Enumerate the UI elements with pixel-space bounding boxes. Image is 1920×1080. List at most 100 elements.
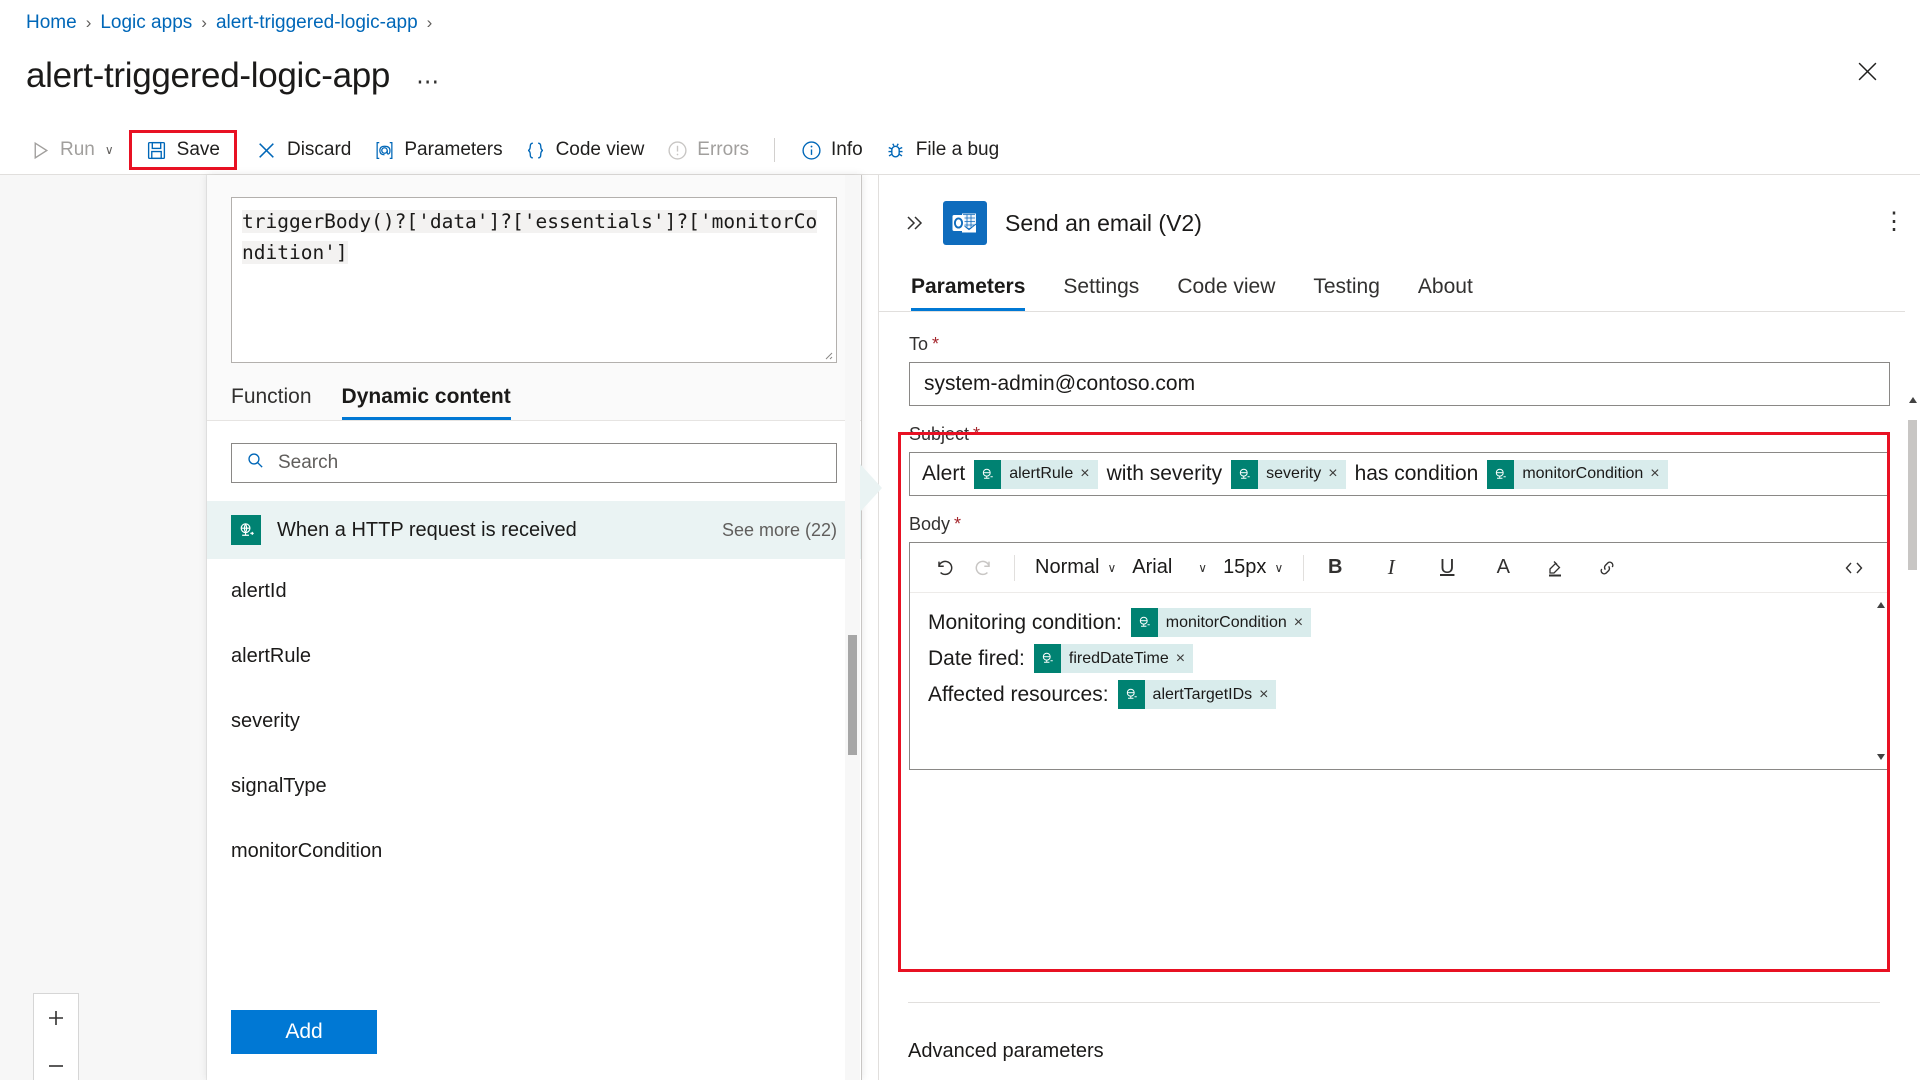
parameters-label: Parameters [404, 139, 503, 160]
http-request-icon [1117, 680, 1145, 709]
rte-toolbar: Normal ∨ Arial ∨ 15px ∨ B I U A [910, 543, 1889, 593]
bug-icon [885, 139, 907, 161]
highlight-icon[interactable] [1536, 549, 1574, 587]
remove-token-icon[interactable]: × [1328, 465, 1345, 483]
scroll-up-icon[interactable] [1905, 390, 1920, 410]
trigger-group-header[interactable]: When a HTTP request is received See more… [207, 501, 861, 559]
to-label: To [909, 334, 929, 354]
list-item[interactable]: alertId [207, 559, 861, 624]
breadcrumb-separator: › [426, 13, 433, 32]
tab-settings[interactable]: Settings [1063, 275, 1139, 311]
dynamic-token[interactable]: monitorCondition × [1487, 459, 1668, 489]
detail-divider [908, 1002, 1880, 1003]
redo-icon[interactable] [964, 549, 1002, 587]
italic-button[interactable]: I [1372, 549, 1410, 587]
body-scrollbar[interactable] [1873, 594, 1888, 768]
save-button[interactable]: Save [140, 137, 226, 163]
body-line-text: Affected resources: [928, 683, 1109, 706]
tab-testing[interactable]: Testing [1313, 275, 1380, 311]
save-icon [146, 139, 168, 161]
list-item[interactable]: severity [207, 689, 861, 754]
subject-text-part: with severity [1106, 462, 1223, 485]
search-input[interactable]: Search [231, 443, 837, 483]
font-family-select[interactable]: Arial ∨ [1124, 556, 1215, 579]
undo-icon[interactable] [926, 549, 964, 587]
tab-parameters[interactable]: Parameters [911, 275, 1026, 311]
dynamic-token[interactable]: severity × [1231, 459, 1346, 489]
code-view-button[interactable]: Code view [514, 133, 656, 167]
errors-button[interactable]: Errors [655, 133, 760, 167]
resize-handle-icon[interactable] [821, 347, 833, 360]
body-label: Body [909, 514, 951, 534]
dynamic-token[interactable]: alertRule × [974, 459, 1098, 489]
see-more-link[interactable]: See more (22) [722, 520, 837, 541]
remove-token-icon[interactable]: × [1650, 465, 1667, 483]
breadcrumb-item-home[interactable]: Home [26, 12, 77, 34]
dynamic-token[interactable]: monitorCondition × [1130, 607, 1312, 638]
detail-pane-scrollbar[interactable] [1905, 175, 1920, 1080]
paragraph-style-select[interactable]: Normal ∨ [1027, 556, 1124, 579]
command-bar: Run ∨ Save Discard Parameters Code view … [0, 126, 1920, 174]
list-item[interactable]: alertRule [207, 624, 861, 689]
action-menu-button[interactable]: ⋮ [1880, 207, 1907, 235]
expression-editor[interactable]: triggerBody()?['data']?['essentials']?['… [231, 197, 837, 363]
list-item[interactable]: signalType [207, 754, 861, 819]
close-icon[interactable] [1850, 54, 1884, 88]
advanced-parameters-label[interactable]: Advanced parameters [908, 1040, 1104, 1063]
remove-token-icon[interactable]: × [1080, 465, 1097, 483]
save-highlight-box: Save [128, 130, 237, 170]
scroll-down-icon[interactable] [1873, 748, 1888, 766]
chevron-double-right-icon[interactable] [903, 212, 925, 234]
tab-dynamic-content[interactable]: Dynamic content [341, 385, 511, 420]
scrollbar-thumb[interactable] [848, 635, 857, 755]
body-line: Date fired: firedDateTime × [928, 643, 1871, 674]
more-options-button[interactable]: ⋯ [412, 69, 444, 93]
chevron-down-icon: ∨ [1198, 560, 1208, 575]
run-button[interactable]: Run ∨ [18, 133, 125, 167]
remove-token-icon[interactable]: × [1294, 607, 1311, 638]
link-icon[interactable] [1588, 549, 1626, 587]
underline-label: U [1440, 556, 1455, 578]
trigger-name: When a HTTP request is received [277, 518, 577, 541]
to-field-group: To * system-admin@contoso.com [909, 334, 1890, 406]
font-size-select[interactable]: 15px ∨ [1215, 556, 1291, 579]
flyout-tabs: Function Dynamic content [207, 363, 861, 421]
zoom-out-icon[interactable] [34, 1042, 78, 1080]
remove-token-icon[interactable]: × [1176, 643, 1193, 674]
parameters-button[interactable]: Parameters [362, 133, 513, 167]
scroll-up-icon[interactable] [1873, 596, 1888, 614]
remove-token-icon[interactable]: × [1259, 679, 1276, 710]
tab-about[interactable]: About [1418, 275, 1473, 311]
token-label: firedDateTime [1068, 650, 1169, 667]
code-view-icon[interactable] [1835, 549, 1873, 587]
breadcrumb-item-logic-app-name[interactable]: alert-triggered-logic-app [216, 12, 418, 34]
body-line: Monitoring condition: monitorCondition × [928, 607, 1871, 638]
info-button[interactable]: Info [789, 133, 874, 167]
breadcrumb-item-logic-apps[interactable]: Logic apps [100, 12, 192, 34]
code-view-label: Code view [555, 139, 645, 160]
font-color-button[interactable]: A [1484, 549, 1522, 587]
bold-button[interactable]: B [1316, 549, 1354, 587]
required-marker: * [954, 514, 962, 534]
to-input[interactable]: system-admin@contoso.com [909, 362, 1890, 406]
underline-button[interactable]: U [1428, 549, 1466, 587]
dynamic-token[interactable]: firedDateTime × [1033, 643, 1194, 674]
subject-label: Subject [909, 424, 970, 444]
tab-function[interactable]: Function [231, 385, 312, 420]
zoom-in-icon[interactable] [34, 994, 78, 1042]
body-content[interactable]: Monitoring condition: monitorCondition ×… [910, 593, 1889, 729]
body-rich-text-editor[interactable]: Normal ∨ Arial ∨ 15px ∨ B I U A Monitori… [909, 542, 1890, 770]
tab-code-view[interactable]: Code view [1177, 275, 1275, 311]
subject-input[interactable]: Alert alertRule × with severity severity… [909, 452, 1890, 496]
toolbar-divider [774, 138, 776, 162]
list-item[interactable]: monitorCondition [207, 819, 861, 884]
subject-label-row: Subject * [909, 424, 1890, 445]
add-button[interactable]: Add [231, 1010, 377, 1054]
discard-button[interactable]: Discard [245, 133, 362, 167]
scrollbar-thumb[interactable] [1908, 420, 1917, 570]
token-label: monitorCondition [1165, 614, 1287, 631]
file-a-bug-button[interactable]: File a bug [874, 133, 1010, 167]
http-request-icon [1487, 459, 1515, 489]
flyout-outer-scrollbar[interactable] [845, 175, 860, 1080]
dynamic-token[interactable]: alertTargetIDs × [1117, 679, 1277, 710]
